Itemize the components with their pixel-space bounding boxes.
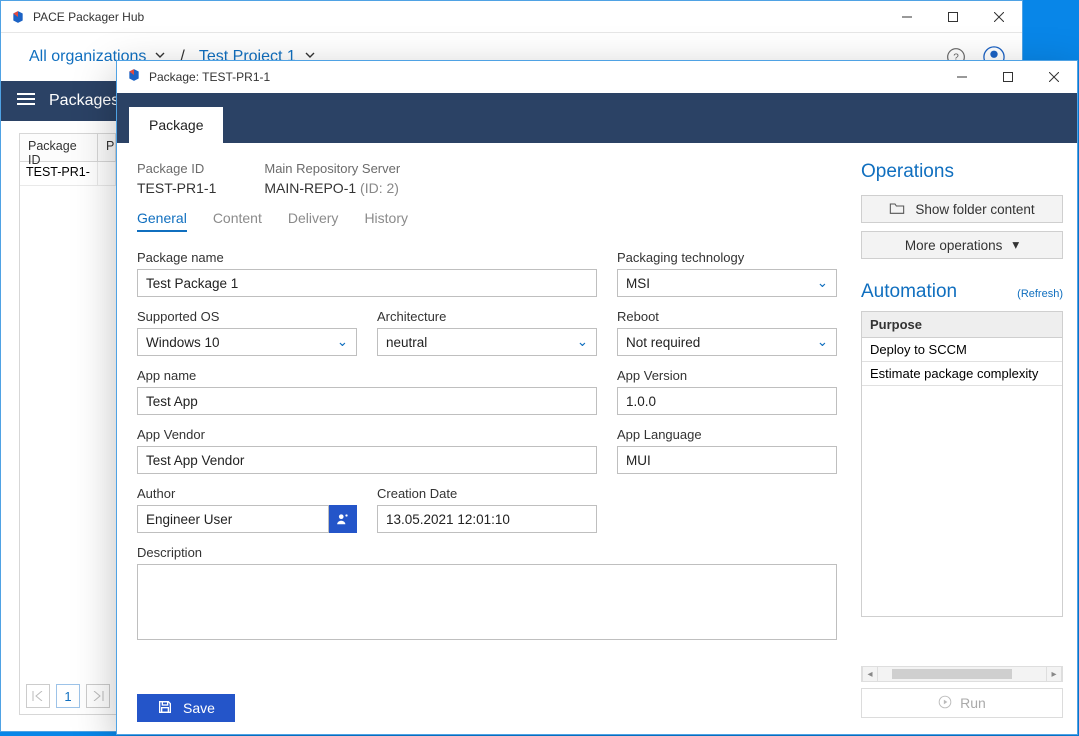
chevron-down-icon: ⌄ [817, 334, 828, 350]
main-titlebar: PACE Packager Hub [1, 1, 1022, 33]
operations-title: Operations [861, 161, 1063, 183]
app-vendor-input[interactable] [137, 446, 597, 474]
save-icon [157, 699, 173, 718]
creation-date-label: Creation Date [377, 486, 597, 501]
app-logo-icon [11, 10, 25, 24]
hamburger-icon[interactable] [17, 92, 35, 111]
main-maximize-button[interactable] [930, 1, 976, 33]
dialog-left: Package ID TEST-PR1-1 Main Repository Se… [117, 143, 861, 734]
packaging-technology-select[interactable]: MSI ⌄ [617, 269, 837, 297]
author-picker-button[interactable] [329, 505, 357, 533]
packaging-technology-value: MSI [626, 276, 650, 291]
scroll-track[interactable] [878, 667, 1046, 681]
description-label: Description [137, 545, 837, 560]
triangle-down-icon: ▾ [1012, 237, 1019, 253]
architecture-label: Architecture [377, 309, 597, 324]
app-vendor-label: App Vendor [137, 427, 597, 442]
cell-package-id: TEST-PR1- [20, 162, 98, 186]
subtabs: General Content Delivery History [137, 210, 841, 232]
description-textarea[interactable] [137, 564, 837, 640]
dialog-close-button[interactable] [1031, 61, 1077, 93]
show-folder-label: Show folder content [915, 202, 1034, 217]
chevron-down-icon: ⌄ [577, 334, 588, 350]
app-name-label: App name [137, 368, 597, 383]
reboot-value: Not required [626, 335, 700, 350]
app-version-input[interactable] [617, 387, 837, 415]
package-name-label: Package name [137, 250, 597, 265]
packaging-technology-label: Packaging technology [617, 250, 837, 265]
dialog-maximize-button[interactable] [985, 61, 1031, 93]
dialog-minimize-button[interactable] [939, 61, 985, 93]
horizontal-scrollbar[interactable]: ◂ ▸ [861, 666, 1063, 682]
show-folder-button[interactable]: Show folder content [861, 195, 1063, 223]
pager-last[interactable] [86, 684, 110, 708]
reboot-select[interactable]: Not required ⌄ [617, 328, 837, 356]
tab-general[interactable]: General [137, 210, 187, 232]
dialog-logo-icon [127, 68, 141, 87]
package-name-input[interactable] [137, 269, 597, 297]
main-minimize-button[interactable] [884, 1, 930, 33]
creation-date-input [377, 505, 597, 533]
person-icon [336, 512, 350, 526]
scroll-thumb[interactable] [892, 669, 1012, 679]
dialog-band: Package [117, 93, 1077, 143]
pager: 1 [26, 684, 110, 708]
refresh-link[interactable]: (Refresh) [1017, 288, 1063, 300]
repo-label: Main Repository Server [264, 161, 400, 176]
col-second[interactable]: P [98, 134, 116, 161]
list-item[interactable]: Estimate package complexity [862, 362, 1062, 386]
scroll-right-icon[interactable]: ▸ [1046, 667, 1062, 681]
list-item[interactable]: Deploy to SCCM [862, 338, 1062, 362]
run-button[interactable]: Run [861, 688, 1063, 718]
architecture-select[interactable]: neutral ⌄ [377, 328, 597, 356]
pager-first[interactable] [26, 684, 50, 708]
more-operations-label: More operations [905, 238, 1003, 253]
author-label: Author [137, 486, 357, 501]
run-label: Run [960, 695, 986, 711]
tab-package[interactable]: Package [129, 107, 223, 143]
dialog-right: Operations Show folder content More oper… [861, 143, 1077, 734]
app-language-label: App Language [617, 427, 837, 442]
tab-content[interactable]: Content [213, 210, 262, 232]
architecture-value: neutral [386, 335, 427, 350]
play-icon [938, 695, 952, 712]
col-package-id[interactable]: Package ID [20, 134, 98, 161]
app-language-input[interactable] [617, 446, 837, 474]
dialog-titlebar: Package: TEST-PR1-1 [117, 61, 1077, 93]
tab-history[interactable]: History [364, 210, 408, 232]
package-id-label: Package ID [137, 161, 216, 176]
app-version-label: App Version [617, 368, 837, 383]
automation-table: Purpose Deploy to SCCM Estimate package … [861, 311, 1063, 617]
scroll-left-icon[interactable]: ◂ [862, 667, 878, 681]
repo-id: (ID: 2) [356, 180, 399, 196]
dialog-title: Package: TEST-PR1-1 [149, 70, 270, 84]
repo-name: MAIN-REPO-1 [264, 180, 356, 196]
purpose-header[interactable]: Purpose [862, 312, 1062, 338]
section-title: Packages [49, 92, 119, 110]
chevron-down-icon: ⌄ [817, 275, 828, 291]
author-input[interactable] [137, 505, 329, 533]
repo-value: MAIN-REPO-1 (ID: 2) [264, 180, 400, 196]
save-button[interactable]: Save [137, 694, 235, 722]
more-operations-button[interactable]: More operations ▾ [861, 231, 1063, 259]
package-id-value: TEST-PR1-1 [137, 180, 216, 196]
chevron-down-icon: ⌄ [337, 334, 348, 350]
cell-second [98, 162, 116, 186]
folder-icon [889, 201, 905, 218]
reboot-label: Reboot [617, 309, 837, 324]
supported-os-label: Supported OS [137, 309, 357, 324]
automation-title: Automation [861, 281, 957, 303]
save-label: Save [183, 700, 215, 716]
main-title: PACE Packager Hub [33, 10, 144, 24]
supported-os-value: Windows 10 [146, 335, 220, 350]
tab-delivery[interactable]: Delivery [288, 210, 339, 232]
main-close-button[interactable] [976, 1, 1022, 33]
app-name-input[interactable] [137, 387, 597, 415]
supported-os-select[interactable]: Windows 10 ⌄ [137, 328, 357, 356]
pager-page[interactable]: 1 [56, 684, 80, 708]
package-dialog: Package: TEST-PR1-1 Package Package ID T… [116, 60, 1078, 735]
